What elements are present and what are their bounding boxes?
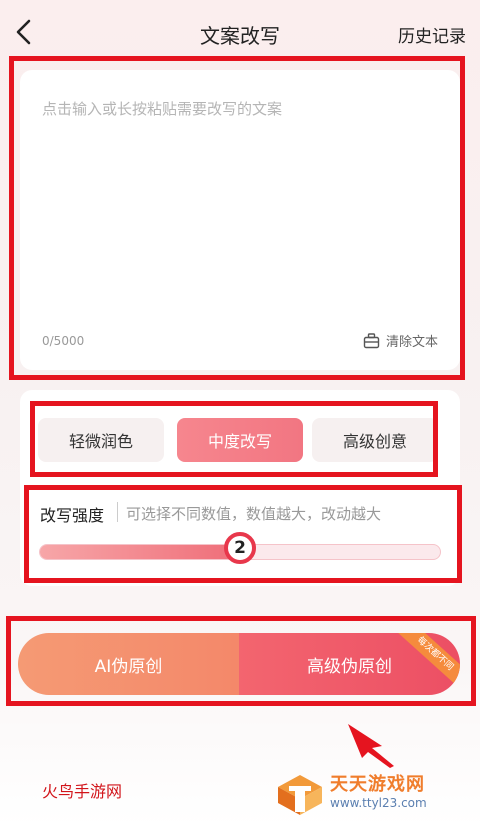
annotation-box-editor (9, 56, 465, 380)
annotation-box-modes (30, 401, 438, 477)
watermark-right-name: 天天游戏网 (330, 774, 425, 795)
annotation-arrow-icon (348, 724, 394, 768)
watermark-right-url: www.ttyl23.com (330, 796, 427, 810)
annotation-box-strength (24, 485, 462, 583)
history-button[interactable]: 历史记录 (398, 22, 466, 47)
watermark-logo-icon (278, 775, 322, 815)
watermark-left: 火鸟手游网 (42, 782, 123, 801)
top-bar: 文案改写 历史记录 (0, 0, 480, 62)
annotation-box-actions (6, 616, 476, 706)
